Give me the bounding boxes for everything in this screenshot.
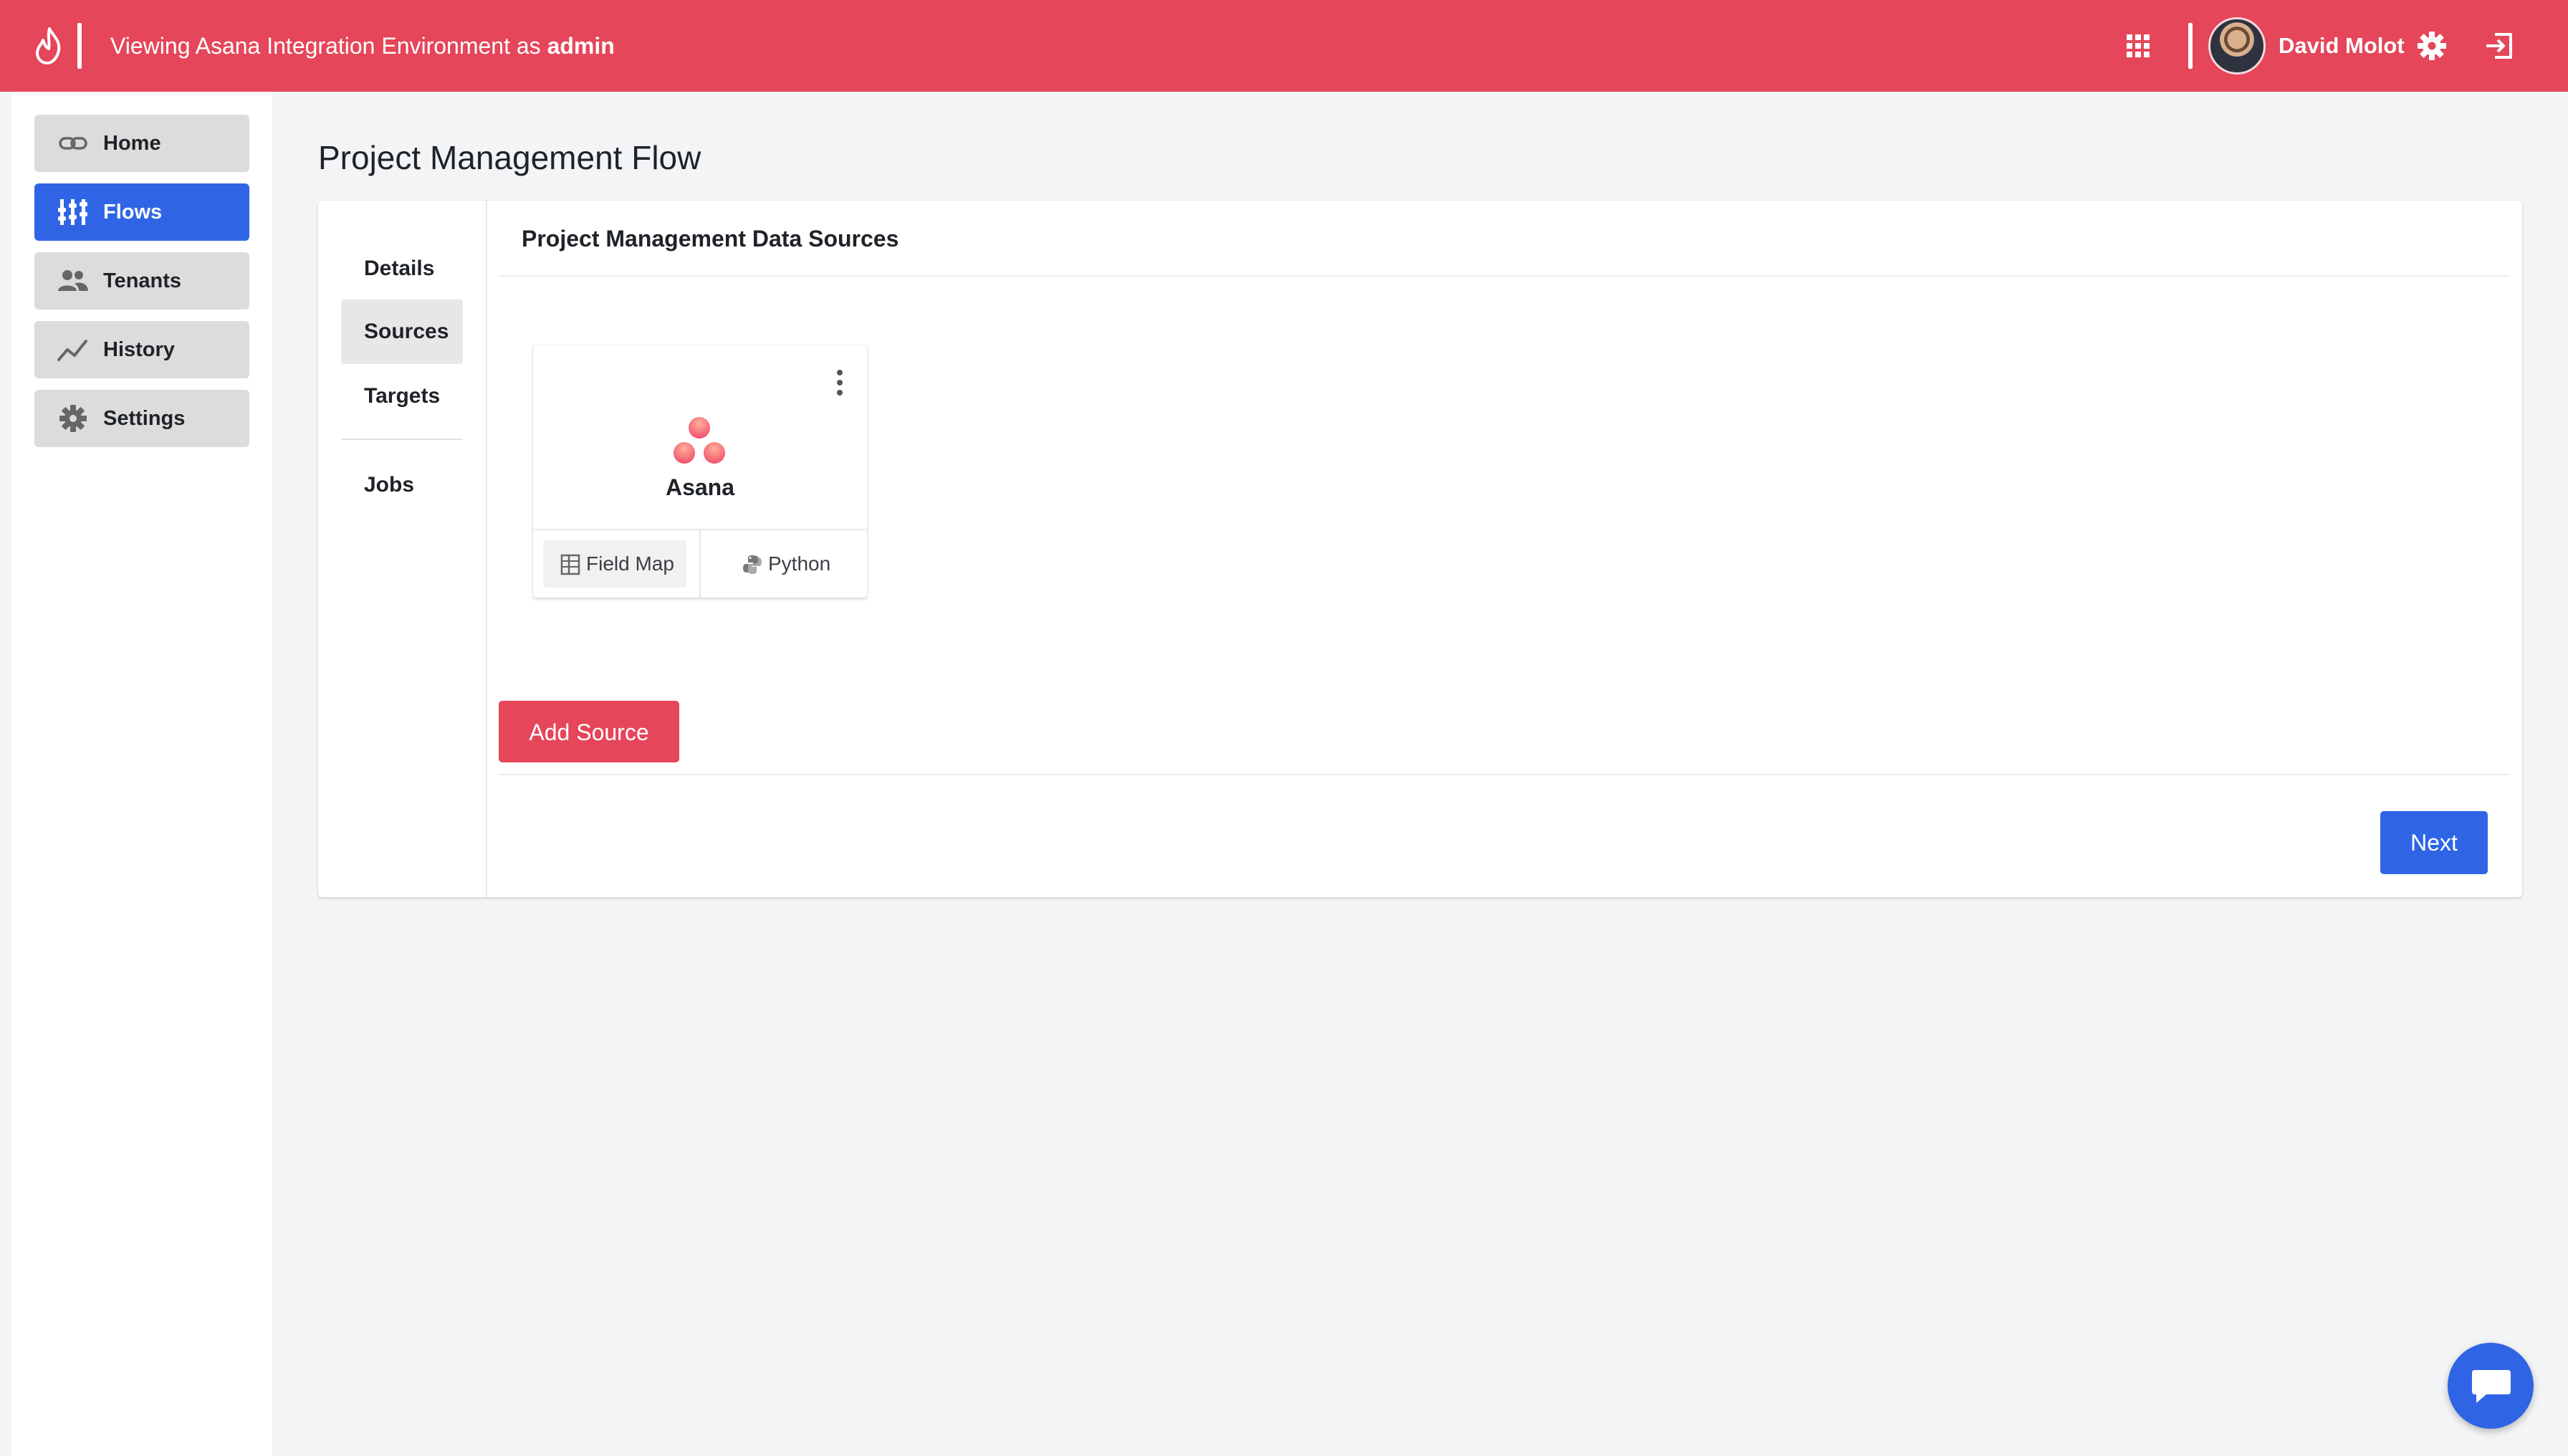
chat-launcher-button[interactable] [2448,1343,2534,1429]
apps-grid-icon[interactable] [2125,33,2151,59]
sidebar: Home Flows Tenants History Settings [11,92,272,1456]
sidebar-item-label: History [103,338,175,361]
field-map-icon [560,554,580,575]
add-source-button[interactable]: Add Source [499,701,679,762]
sidebar-item-home[interactable]: Home [34,115,249,172]
field-map-label: Field Map [586,552,674,575]
source-card-asana[interactable]: Asana Field Map Python [533,345,867,599]
source-card-actions: Field Map Python [533,529,867,599]
sidebar-item-settings[interactable]: Settings [34,390,249,447]
asana-logo-icon [674,417,725,464]
section-heading: Project Management Data Sources [522,226,899,252]
field-map-button[interactable]: Field Map [543,540,686,588]
sidebar-item-label: Settings [103,407,186,430]
more-options-icon[interactable] [833,367,847,398]
tab-jobs[interactable]: Jobs [341,453,463,517]
source-name: Asana [665,474,735,500]
link-icon [59,137,87,150]
environment-role: admin [547,33,615,59]
environment-label: Viewing Asana Integration Environment as… [110,29,615,63]
python-label: Python [768,552,831,575]
people-icon [58,270,88,291]
tab-sources[interactable]: Sources [341,300,463,364]
sidebar-item-label: Flows [103,201,163,224]
environment-text: Viewing Asana Integration Environment as [110,33,547,59]
page-title: Project Management Flow [318,139,701,176]
sidebar-item-label: Home [103,132,161,155]
tab-targets[interactable]: Targets [341,364,463,428]
chat-bubble-icon [2472,1370,2511,1403]
flows-icon [58,199,87,225]
flow-editor-card: Details Sources Targets Jobs Project Man… [318,201,2522,897]
settings-gear-icon[interactable] [2416,30,2448,62]
trend-line-icon [57,340,87,361]
step-divider [341,439,463,440]
sources-panel: Project Management Data Sources Asana Fi… [486,201,2522,897]
python-button[interactable]: Python [712,540,856,588]
logout-icon[interactable] [2483,30,2515,62]
user-name[interactable]: David Molot [2279,29,2405,63]
avatar[interactable] [2208,17,2266,75]
sidebar-item-flows[interactable]: Flows [34,183,249,241]
flame-logo-icon[interactable] [32,26,67,66]
divider [499,774,2509,775]
tab-details[interactable]: Details [341,236,463,301]
python-icon [743,555,762,574]
next-button[interactable]: Next [2380,811,2488,874]
topbar-divider [77,23,82,69]
divider [499,275,2509,277]
sidebar-item-history[interactable]: History [34,321,249,378]
gear-icon [59,405,87,432]
topbar-divider [2188,23,2193,69]
sidebar-item-tenants[interactable]: Tenants [34,252,249,310]
sidebar-item-label: Tenants [103,269,182,292]
top-bar: Viewing Asana Integration Environment as… [0,0,2568,92]
step-nav: Details Sources Targets Jobs [318,201,487,897]
action-divider [699,530,701,599]
